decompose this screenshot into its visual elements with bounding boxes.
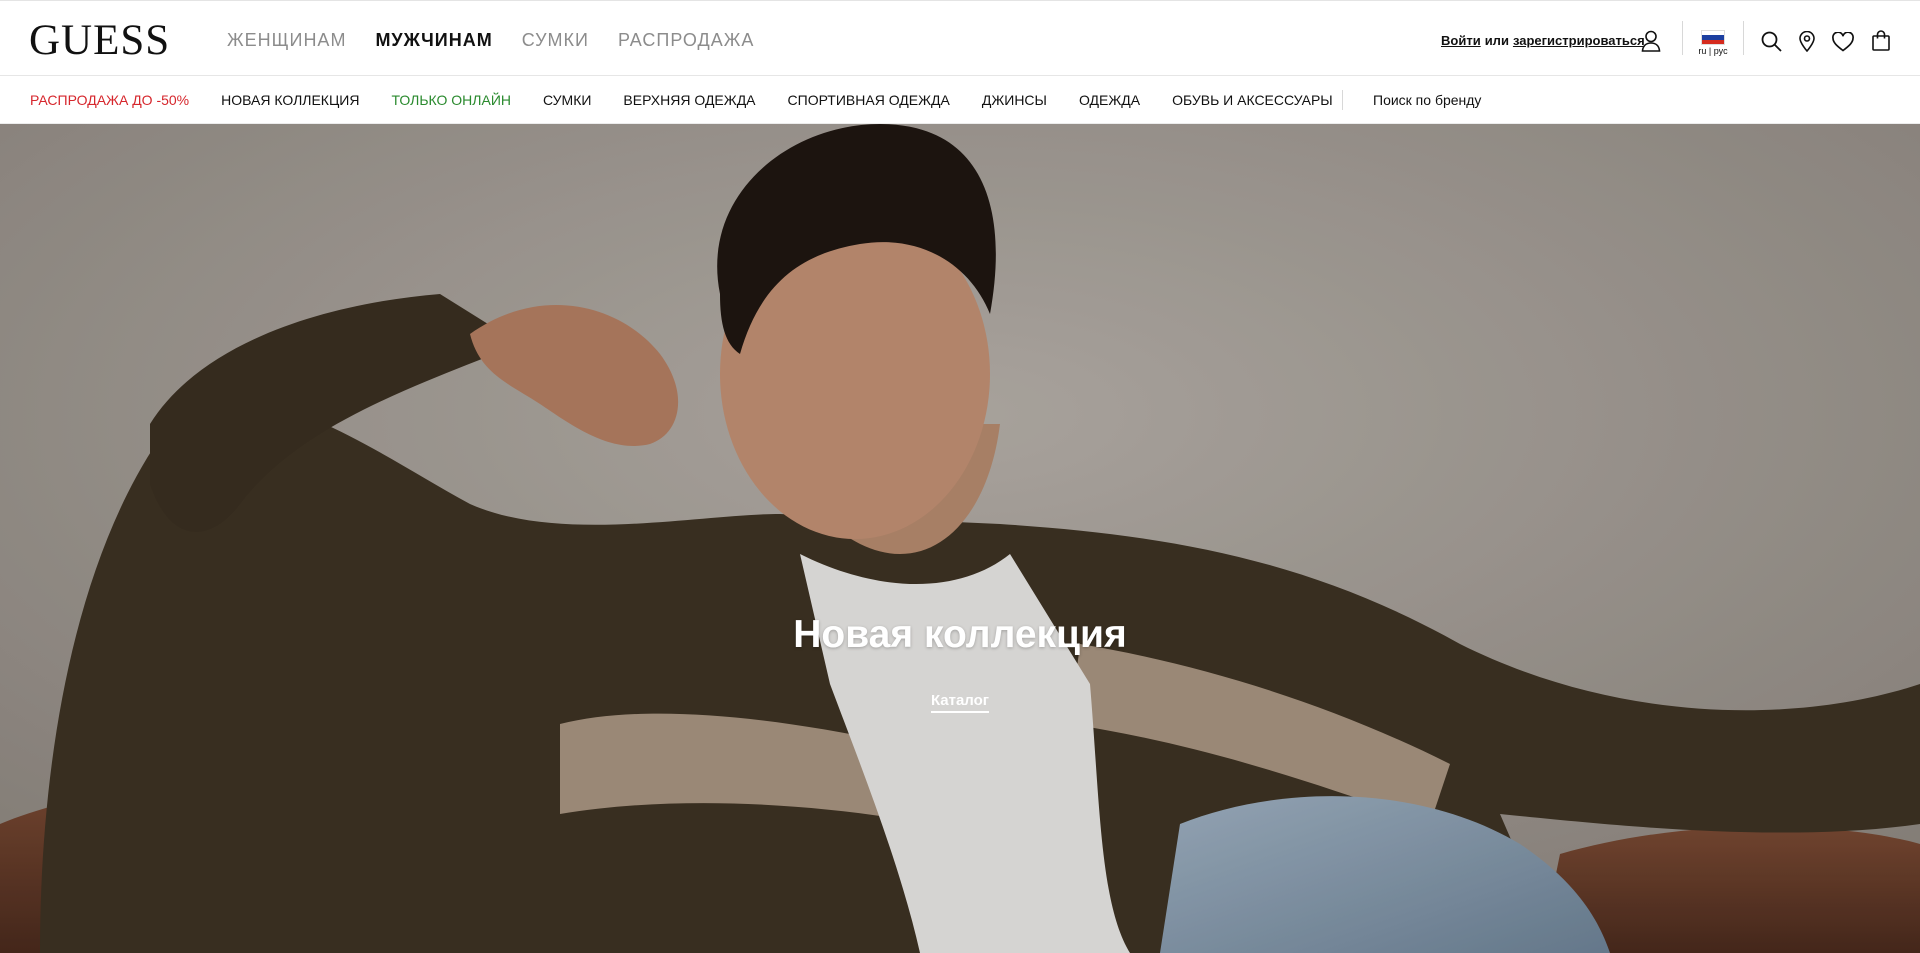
language-selector[interactable]: ru | рус [1698, 30, 1728, 56]
login-link[interactable]: Войти [1441, 33, 1481, 48]
category-clothing[interactable]: ОДЕЖДА [1079, 92, 1140, 108]
user-icon[interactable] [1641, 30, 1661, 52]
guess-logo[interactable]: GUESS [29, 19, 170, 63]
category-bags[interactable]: СУМКИ [543, 92, 591, 108]
main-nav-sale[interactable]: РАСПРОДАЖА [618, 29, 754, 51]
category-navigation: РАСПРОДАЖА ДО -50% НОВАЯ КОЛЛЕКЦИЯ ТОЛЬК… [0, 76, 1920, 124]
main-nav-bags[interactable]: СУМКИ [522, 29, 589, 51]
hero-title: Новая коллекция [793, 613, 1127, 656]
category-jeans[interactable]: ДЖИНСЫ [982, 92, 1047, 108]
category-sportswear[interactable]: СПОРТИВНАЯ ОДЕЖДА [788, 92, 950, 108]
shopping-bag-icon[interactable] [1872, 30, 1890, 51]
auth-links: Войти или зарегистрироваться [1441, 33, 1645, 49]
russia-flag-icon [1701, 30, 1725, 45]
main-nav-men[interactable]: МУЖЧИНАМ [375, 29, 492, 51]
hero-link-wrap: Каталог [0, 692, 1920, 713]
main-nav-women[interactable]: ЖЕНЩИНАМ [227, 29, 346, 51]
header-divider [1743, 21, 1744, 55]
register-link[interactable]: зарегистрироваться [1513, 33, 1645, 48]
main-navigation: ЖЕНЩИНАМ МУЖЧИНАМ СУМКИ РАСПРОДАЖА [227, 29, 783, 51]
hero-banner[interactable]: Новая коллекция Каталог [0, 124, 1920, 953]
auth-separator: или [1484, 33, 1509, 48]
top-header: GUESS ЖЕНЩИНАМ МУЖЧИНАМ СУМКИ РАСПРОДАЖА… [0, 0, 1920, 76]
category-new-collection[interactable]: НОВАЯ КОЛЛЕКЦИЯ [221, 92, 359, 108]
header-divider [1682, 21, 1683, 55]
location-pin-icon[interactable] [1799, 31, 1815, 52]
catalog-link[interactable]: Каталог [930, 692, 990, 713]
language-label: ru | рус [1698, 46, 1728, 56]
category-outerwear[interactable]: ВЕРХНЯЯ ОДЕЖДА [623, 92, 755, 108]
hero-image [0, 124, 1920, 953]
search-icon[interactable] [1761, 31, 1782, 52]
brand-search-link[interactable]: Поиск по бренду [1373, 92, 1481, 108]
heart-icon[interactable] [1832, 32, 1854, 52]
category-sale-50[interactable]: РАСПРОДАЖА ДО -50% [30, 92, 189, 108]
category-shoes-accessories[interactable]: ОБУВЬ И АКСЕССУАРЫ [1172, 92, 1333, 108]
subnav-divider [1342, 90, 1343, 110]
category-online-only[interactable]: ТОЛЬКО ОНЛАЙН [391, 92, 511, 108]
